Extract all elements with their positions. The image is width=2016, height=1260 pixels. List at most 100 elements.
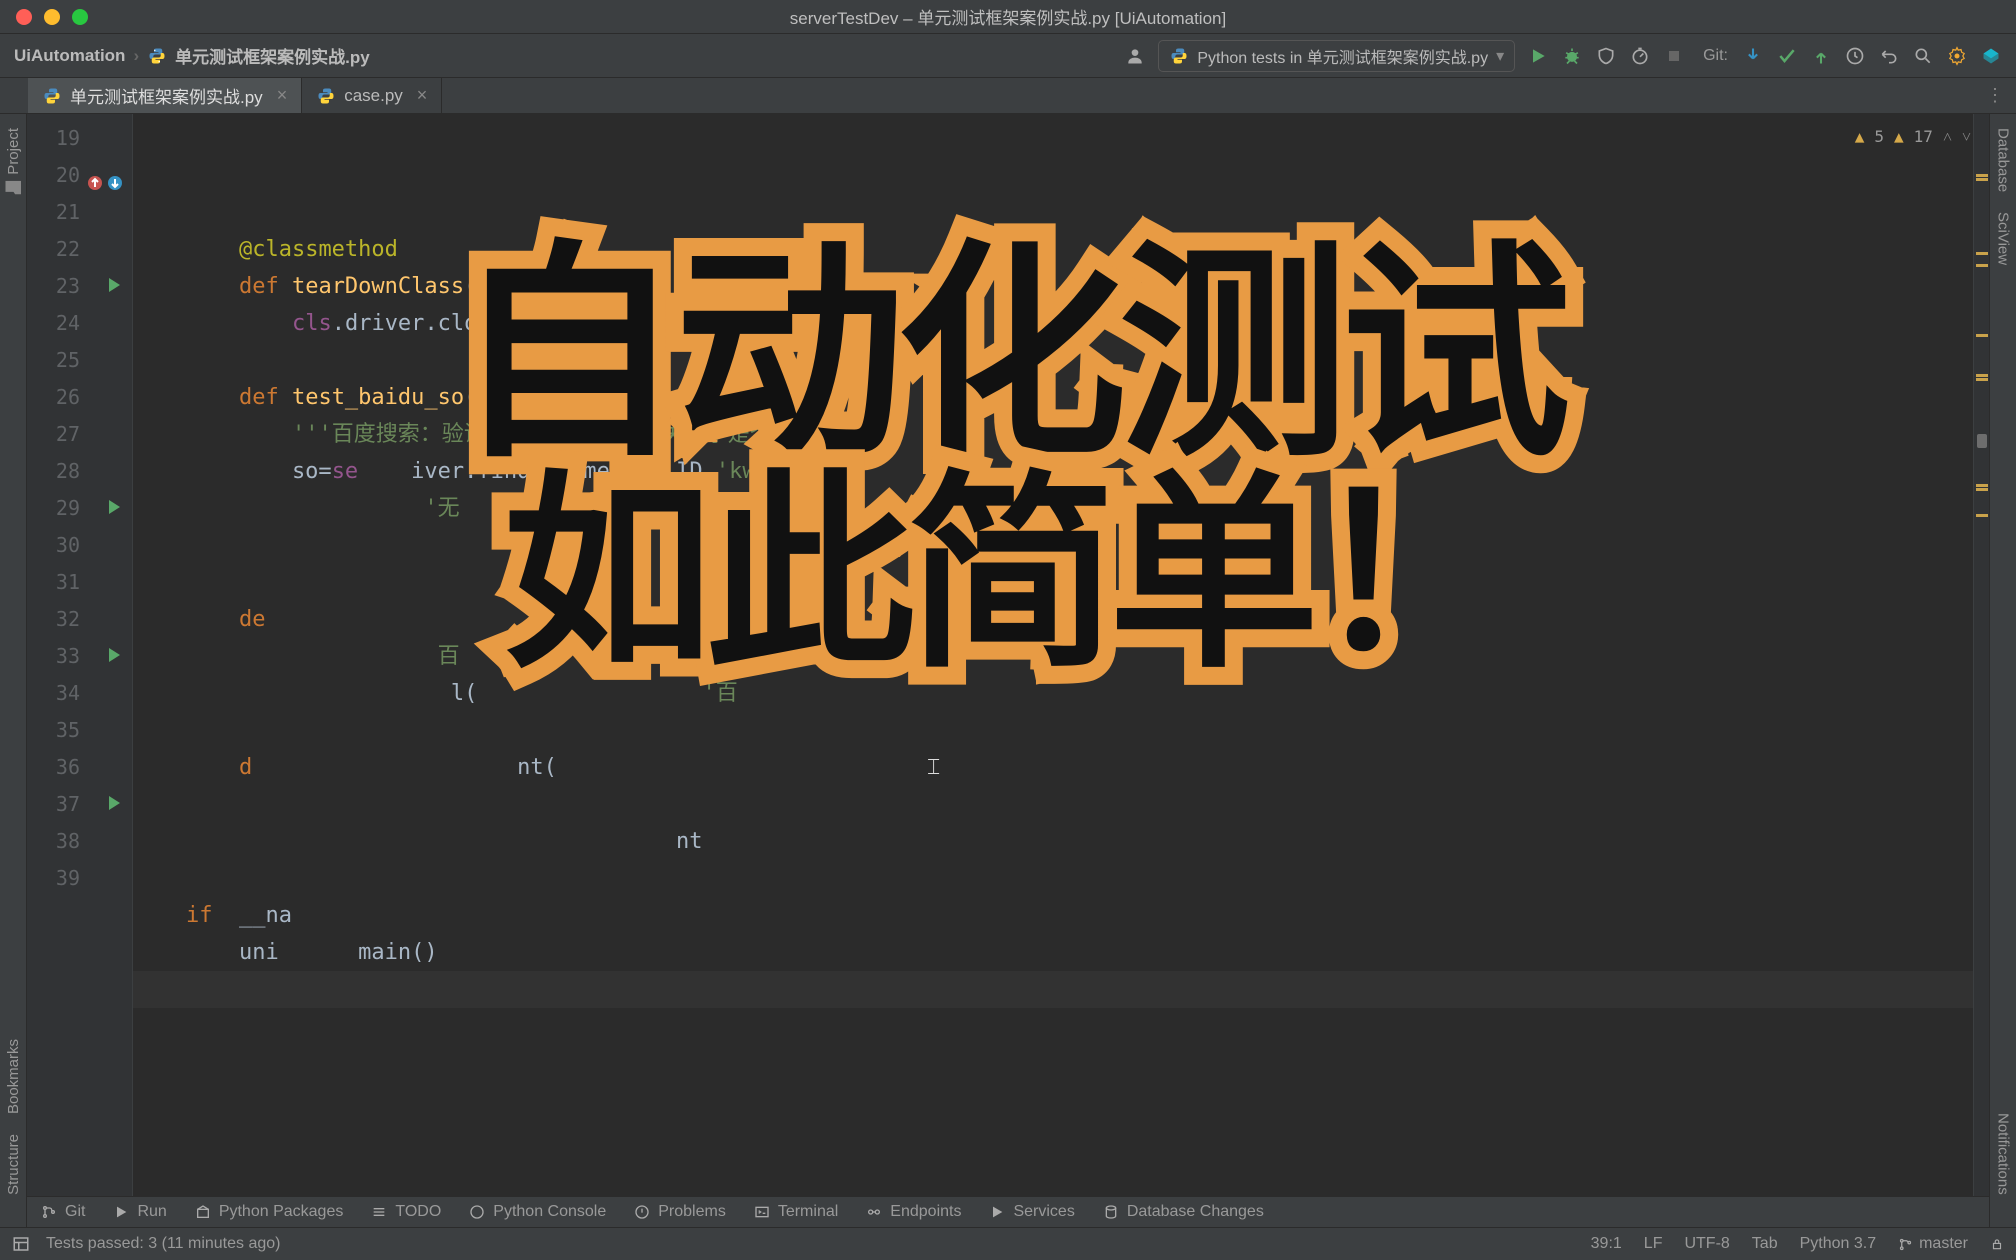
editor-tab[interactable]: case.py × [302,78,442,113]
user-icon[interactable] [1124,45,1146,67]
line-separator[interactable]: LF [1644,1235,1663,1253]
maximize-window-icon[interactable] [72,9,88,25]
override-gutter-icon[interactable] [106,167,124,185]
code-line[interactable]: so=se iver.find_eleme ID 'kw') [133,453,1973,490]
code-line[interactable]: 百 [133,638,1973,675]
code-line[interactable] [133,971,1973,1008]
editor-tabs: 单元测试框架案例实战.py × case.py × ⋮ [0,78,2016,114]
git-push-icon[interactable] [1810,45,1832,67]
python-file-icon [147,46,167,66]
code-line[interactable] [133,712,1973,749]
code-line[interactable] [133,527,1973,564]
warning-icon: ▲ [1894,118,1904,155]
code-line[interactable]: def tearDownClass(cls) -> None: [133,268,1973,305]
close-tab-icon[interactable]: × [417,85,428,106]
terminal-toolwindow-button[interactable]: Terminal [754,1203,838,1221]
search-everywhere-icon[interactable] [1912,45,1934,67]
scrollbar-thumb[interactable] [1977,434,1987,448]
run-button[interactable] [1527,45,1549,67]
tab-options-icon[interactable]: ⋮ [1984,85,2006,107]
tab-label: 单元测试框架案例实战.py [70,83,263,108]
right-tool-stripe: Database SciView Notifications [1989,114,2016,1227]
git-pull-icon[interactable] [1742,45,1764,67]
breadcrumb-project[interactable]: UiAutomation [14,46,125,66]
caret-position[interactable]: 39:1 [1591,1235,1622,1253]
breadcrumb[interactable]: UiAutomation › 单元测试框架案例实战.py [14,43,370,68]
code-line[interactable] [133,564,1973,601]
endpoints-toolwindow-button[interactable]: Endpoints [866,1203,961,1221]
code-line[interactable]: nt [133,823,1973,860]
run-configuration-selector[interactable]: Python tests in 单元测试框架案例实战.py ▾ [1158,40,1515,72]
debug-button[interactable] [1561,45,1583,67]
python-console-toolwindow-button[interactable]: Python Console [469,1203,606,1221]
code-line[interactable]: '无 [133,490,1973,527]
run-gutter-icon[interactable] [109,648,120,662]
coverage-button[interactable] [1595,45,1617,67]
indent-setting[interactable]: Tab [1752,1235,1778,1253]
error-count: 5 [1874,118,1884,155]
editor-tab-active[interactable]: 单元测试框架案例实战.py × [28,78,302,113]
code-line[interactable]: def test_baidu_so(self): [133,379,1973,416]
project-toolwindow-button[interactable]: Project [5,128,22,197]
todo-toolwindow-button[interactable]: TODO [371,1203,441,1221]
python-packages-toolwindow-button[interactable]: Python Packages [195,1203,344,1221]
text-caret-icon: ⌶ [927,754,940,780]
main-toolbar: UiAutomation › 单元测试框架案例实战.py Python test… [0,34,2016,78]
toolwindows-toggle-icon[interactable] [12,1235,30,1253]
code-line[interactable]: de [133,601,1973,638]
python-interpreter[interactable]: Python 3.7 [1800,1235,1877,1253]
close-tab-icon[interactable]: × [277,85,288,106]
code-line[interactable] [133,342,1973,379]
database-toolwindow-button[interactable]: Database [1995,128,2012,192]
code-line[interactable]: d nt( [133,749,1973,786]
git-history-icon[interactable] [1844,45,1866,67]
run-toolwindow-button[interactable]: Run [113,1203,166,1221]
editor[interactable]: 1920212223242526272829303132333435363738… [27,114,1989,1196]
close-window-icon[interactable] [16,9,32,25]
code-line[interactable] [133,786,1973,823]
editor-marks-stripe[interactable] [1973,114,1989,1196]
git-rollback-icon[interactable] [1878,45,1900,67]
notifications-toolwindow-button[interactable]: Notifications [1995,1113,2012,1195]
lock-icon[interactable] [1990,1237,2004,1251]
code-line[interactable]: l( '百 [133,675,1973,712]
code-line[interactable]: if __na [133,897,1973,934]
settings-icon[interactable] [1946,45,1968,67]
database-changes-toolwindow-button[interactable]: Database Changes [1103,1203,1264,1221]
run-gutter-icon[interactable] [109,796,120,810]
git-branch[interactable]: master [1898,1235,1968,1253]
minimize-window-icon[interactable] [44,9,60,25]
left-tool-stripe: Project Bookmarks Structure [0,114,27,1227]
run-gutter-icon[interactable] [109,500,120,514]
code-line[interactable]: '''百度搜索：验证搜索输入框输入的关键字是否输入''' [133,416,1973,453]
inspections-widget[interactable]: ▲ 5 ▲ 17 ˄ ˅ [1855,118,1971,155]
code-line[interactable] [133,860,1973,897]
run-gutter-icon[interactable] [109,278,120,292]
python-file-icon [42,86,62,106]
code-line[interactable]: cls.driver.close() [133,305,1973,342]
chevron-down-icon[interactable]: ˅ [1962,118,1971,155]
code-line[interactable]: @classmethod [133,231,1973,268]
warning-count: 17 [1914,118,1933,155]
code-line[interactable]: uni main() [133,934,1973,971]
profile-button[interactable] [1629,45,1651,67]
code-with-me-icon[interactable] [1980,45,2002,67]
python-file-icon [316,86,336,106]
git-commit-icon[interactable] [1776,45,1798,67]
file-encoding[interactable]: UTF-8 [1684,1235,1729,1253]
implements-gutter-icon[interactable] [86,167,104,185]
sciview-toolwindow-button[interactable]: SciView [1995,212,2012,265]
structure-toolwindow-button[interactable]: Structure [5,1134,22,1195]
code-area[interactable]: ▲ 5 ▲ 17 ˄ ˅ @classmethod def tearDownCl… [133,114,1973,1196]
git-toolwindow-button[interactable]: Git [41,1203,85,1221]
breadcrumb-file[interactable]: 单元测试框架案例实战.py [175,43,370,68]
git-label: Git: [1703,47,1728,65]
stop-button[interactable] [1663,45,1685,67]
window-controls [0,9,88,25]
bookmarks-toolwindow-button[interactable]: Bookmarks [5,1039,22,1114]
editor-gutter[interactable]: 1920212223242526272829303132333435363738… [27,114,133,1196]
services-toolwindow-button[interactable]: Services [989,1203,1074,1221]
window-title: serverTestDev – 单元测试框架案例实战.py [UiAutomat… [790,4,1226,29]
problems-toolwindow-button[interactable]: Problems [634,1203,726,1221]
chevron-up-icon[interactable]: ˄ [1943,118,1952,155]
